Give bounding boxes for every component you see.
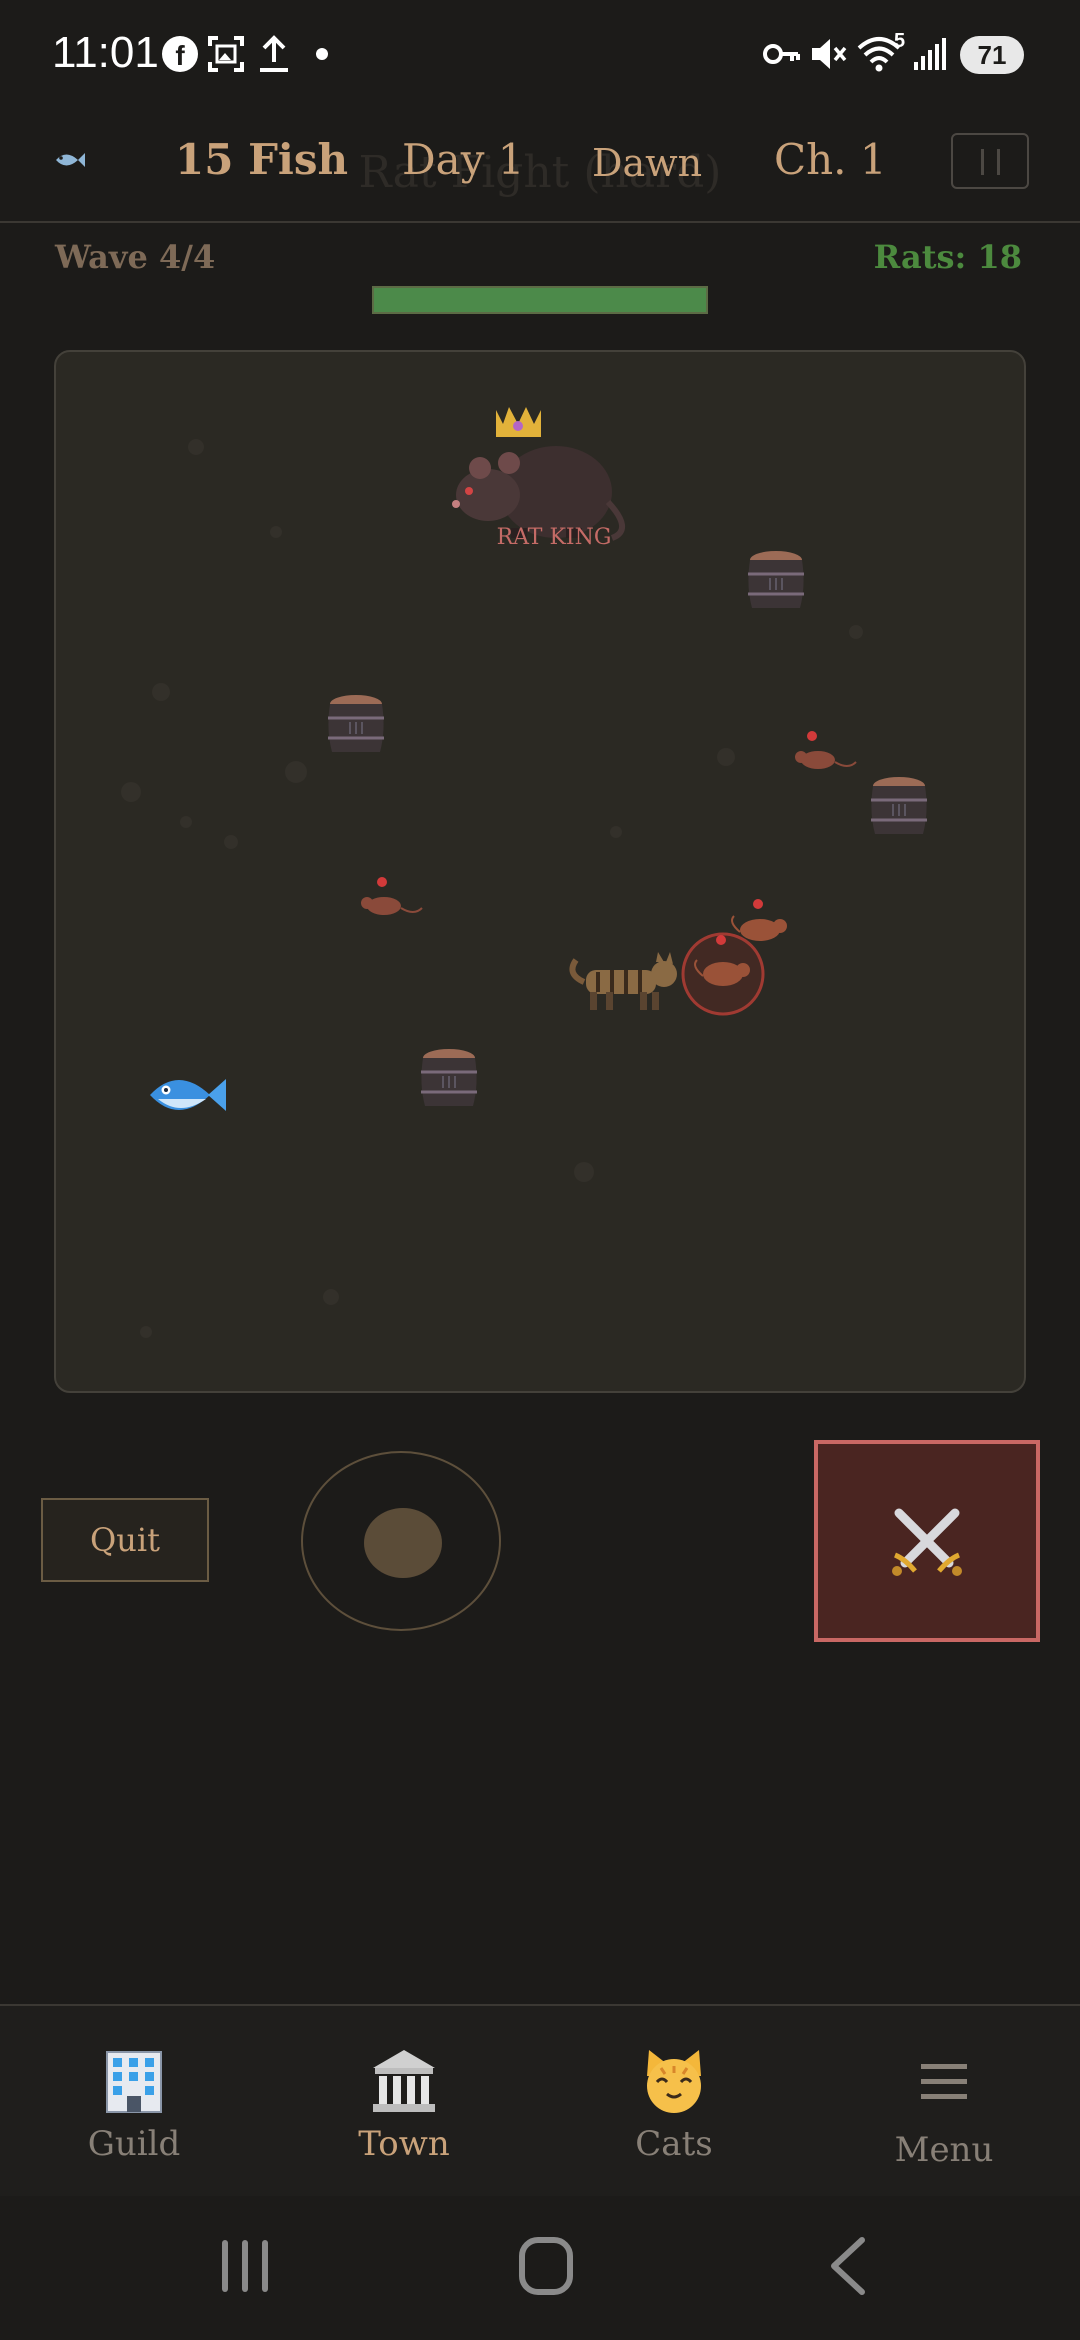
nav-label-menu: Menu — [894, 2130, 994, 2170]
status-time: 11:01 — [52, 28, 159, 77]
nav-label-town: Town — [358, 2124, 450, 2164]
arena-canvas: RAT KING — [121, 407, 927, 1338]
screen-title: Rat Fight (hard) — [358, 147, 722, 198]
pause-icon — [981, 149, 984, 175]
player-cat — [569, 952, 677, 1010]
rat-enemy — [795, 731, 857, 769]
time-of-day-label: Dawn — [592, 141, 703, 185]
screenshot-icon — [208, 36, 244, 72]
rat-enemy — [361, 877, 423, 915]
wave-progress-fill — [374, 288, 706, 312]
barrel — [871, 777, 927, 834]
home-icon[interactable] — [518, 2236, 574, 2296]
attack-button[interactable] — [814, 1440, 1040, 1642]
system-navigation-bar — [0, 2196, 1080, 2340]
upload-icon — [260, 35, 288, 72]
recent-apps-icon[interactable] — [218, 2236, 272, 2296]
fish-count: 15 Fish — [175, 135, 349, 184]
battery-icon: 71 — [960, 36, 1024, 74]
status-bar: 11:01 f 5 71 — [0, 0, 1080, 105]
pause-button[interactable] — [951, 133, 1029, 189]
bottom-navigation: Guild Town Cats Menu — [0, 2004, 1080, 2198]
targeted-rat-enemy — [681, 932, 765, 1016]
barrel — [328, 695, 384, 752]
crossed-swords-icon — [892, 1508, 962, 1576]
nav-item-menu[interactable]: Menu — [844, 2046, 1044, 2170]
fish-pickup — [150, 1079, 226, 1111]
battle-arena[interactable]: RAT KING — [54, 350, 1026, 1393]
rat-king-label: RAT KING — [497, 525, 612, 550]
network-badge: 5 — [894, 30, 906, 52]
hamburger-menu-icon — [921, 2064, 967, 2099]
chapter-label: Ch. 1 — [774, 135, 887, 184]
day-label: Day 1 — [402, 135, 525, 184]
nav-item-town[interactable]: Town — [304, 2046, 504, 2164]
rat-enemy — [731, 899, 787, 941]
quit-button[interactable]: Quit — [41, 1498, 209, 1582]
wave-progress-bar — [372, 286, 708, 314]
game-header: Rat Fight (hard) 15 Fish Day 1 Dawn Ch. … — [0, 105, 1080, 223]
barrel — [748, 551, 804, 608]
facebook-icon: f — [162, 36, 198, 72]
vpn-key-icon — [763, 44, 800, 64]
rat-king-boss — [452, 407, 625, 541]
nav-label-guild: Guild — [87, 2124, 181, 2164]
svg-text:f: f — [175, 40, 185, 71]
signal-icon — [914, 38, 946, 70]
movement-joystick[interactable] — [301, 1451, 501, 1631]
nav-item-cats[interactable]: Cats — [574, 2046, 774, 2164]
barrel — [421, 1049, 477, 1106]
fish-icon — [56, 153, 85, 167]
wave-label: Wave 4/4 — [55, 238, 216, 276]
cat-face-icon — [647, 2050, 701, 2113]
back-icon[interactable] — [826, 2236, 870, 2296]
office-building-icon — [106, 2051, 162, 2113]
nav-label-cats: Cats — [635, 2124, 713, 2164]
mute-icon — [812, 39, 847, 69]
nav-item-guild[interactable]: Guild — [34, 2046, 234, 2164]
notification-dot — [316, 48, 328, 60]
joystick-knob[interactable] — [364, 1508, 442, 1578]
rats-remaining-label: Rats: 18 — [873, 238, 1022, 276]
classical-building-icon — [373, 2050, 435, 2112]
